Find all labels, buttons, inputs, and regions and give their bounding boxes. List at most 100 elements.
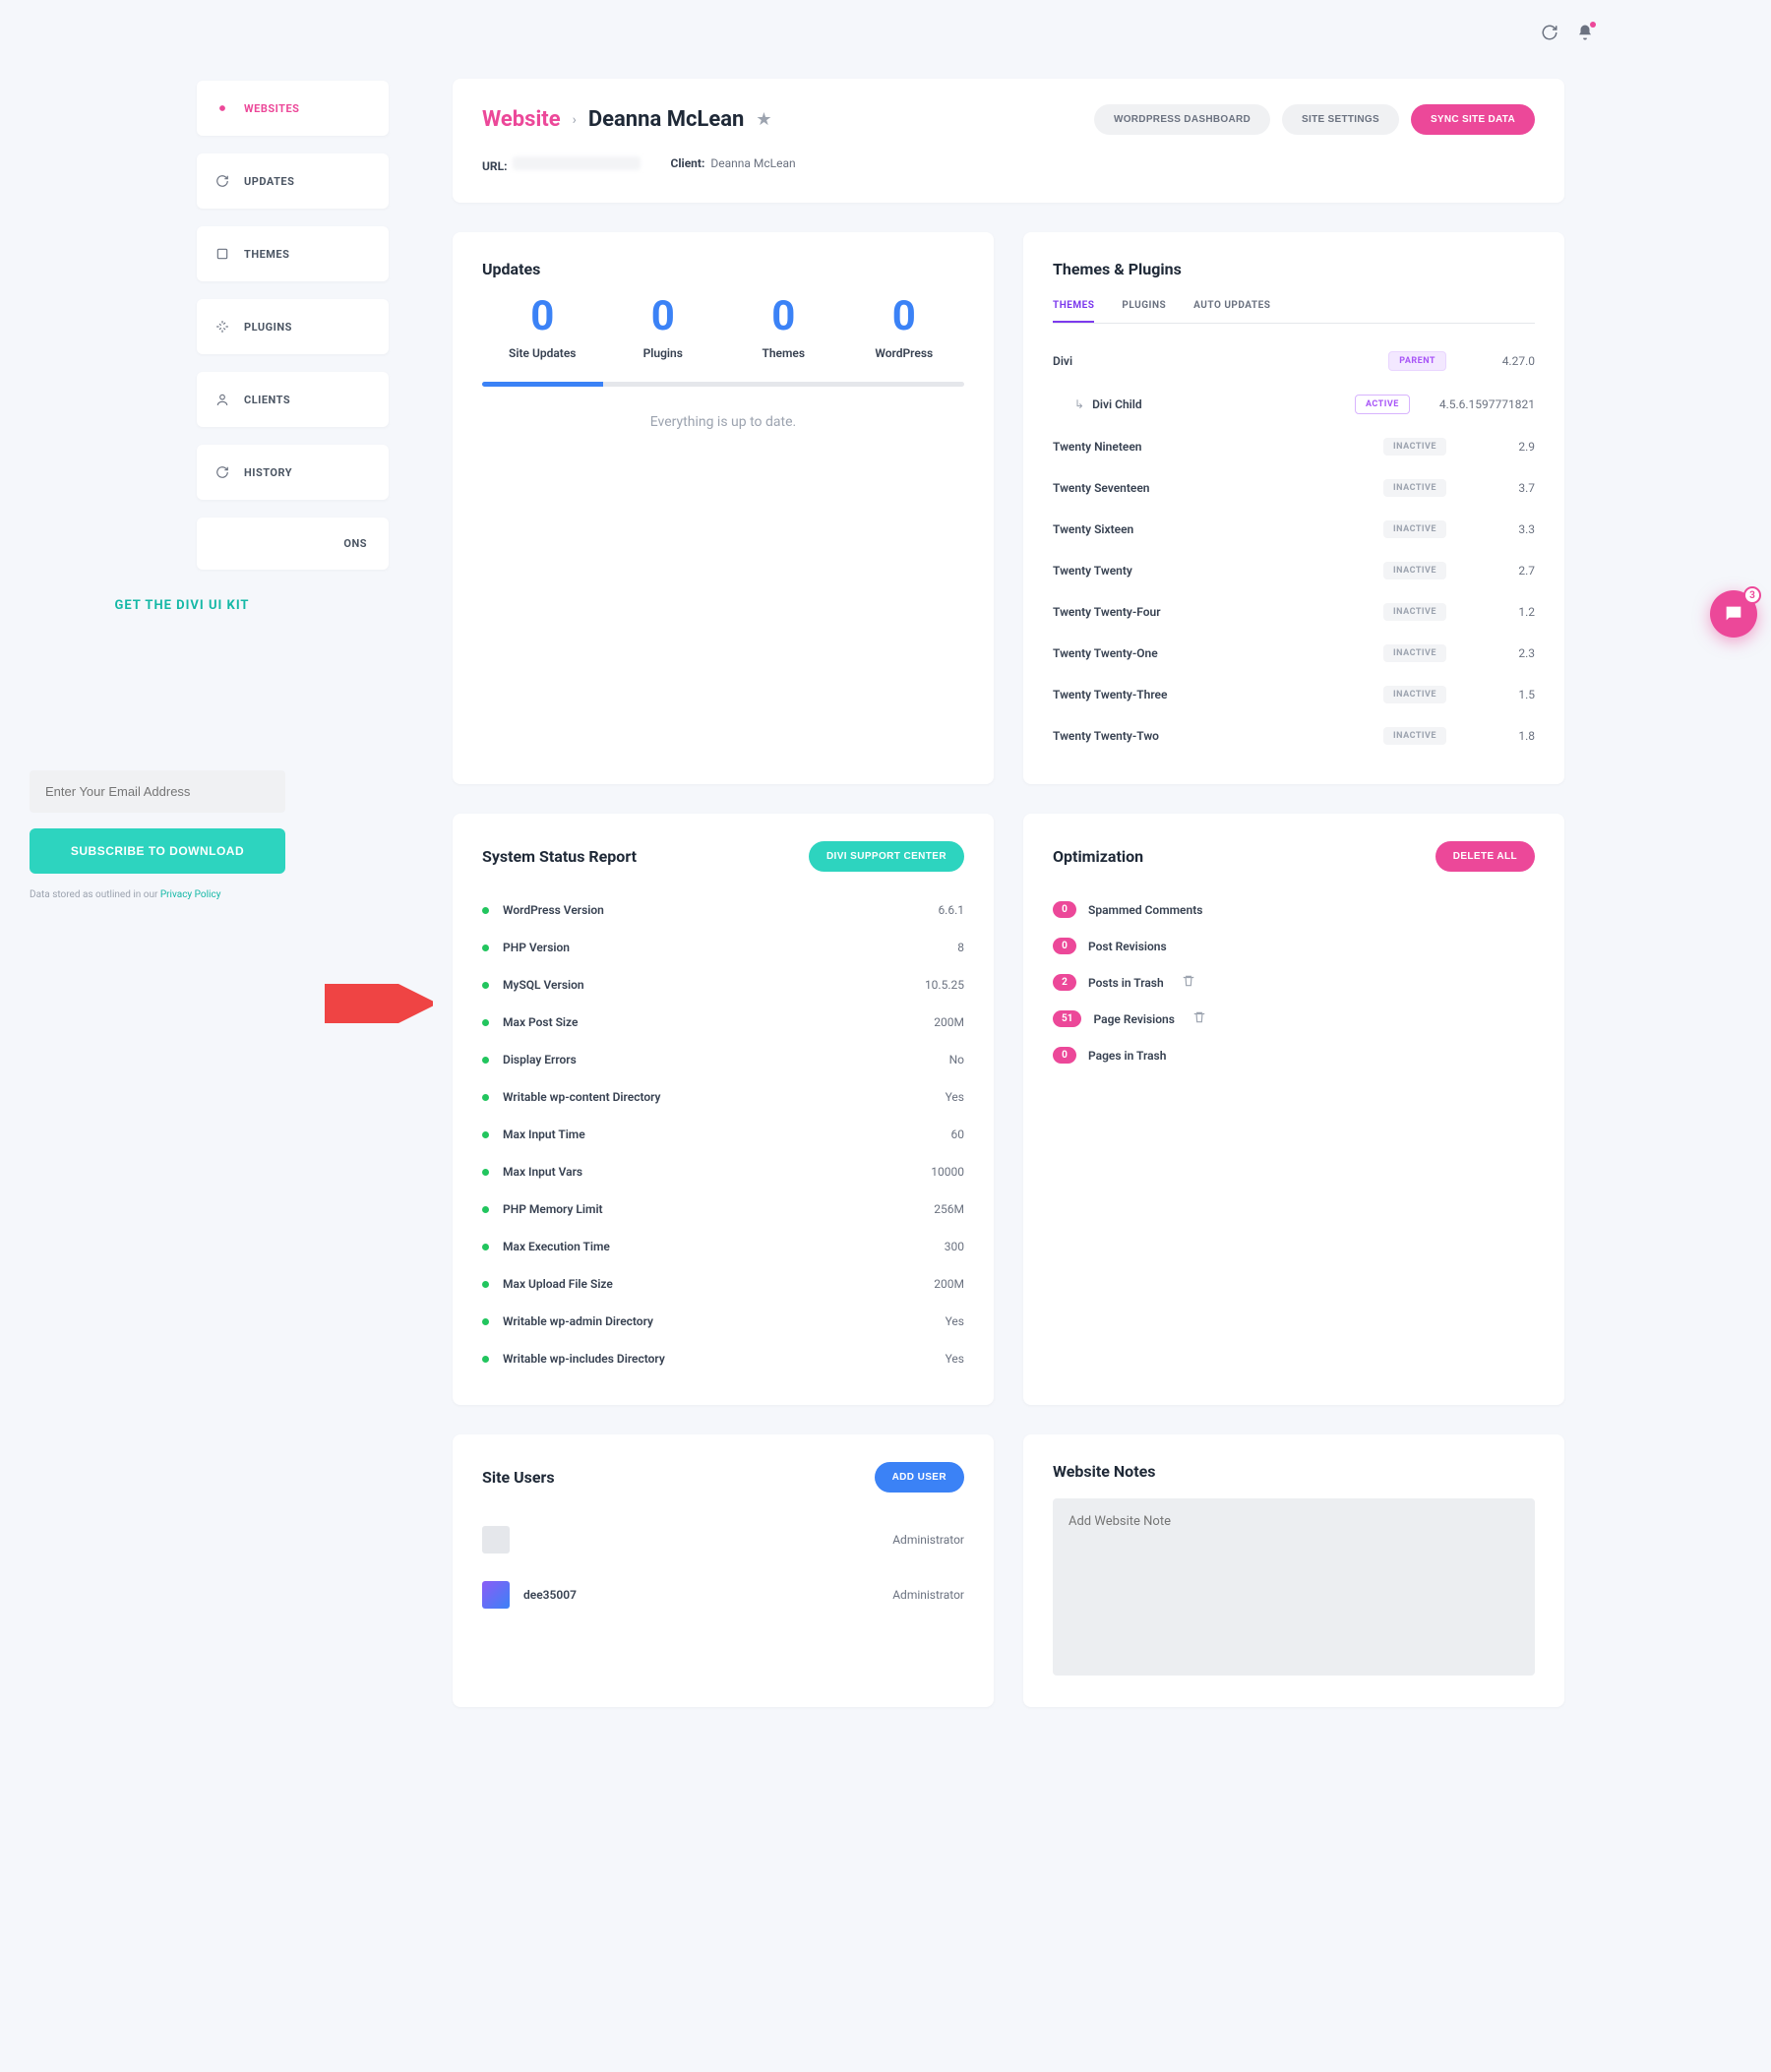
theme-name: Divi <box>1053 354 1388 368</box>
update-count: 0 <box>482 292 603 340</box>
status-value: 256M <box>934 1202 964 1216</box>
update-label: Themes <box>723 346 844 360</box>
sidebar-item-websites[interactable]: WEBSITES <box>197 81 389 136</box>
trash-icon[interactable] <box>1182 974 1195 991</box>
website-notes-title: Website Notes <box>1053 1462 1535 1481</box>
user-row[interactable]: Administrator <box>482 1512 964 1567</box>
theme-row[interactable]: ↳Divi ChildACTIVE4.5.6.1597771821 <box>1053 383 1535 426</box>
chat-widget[interactable]: 3 <box>1710 590 1757 638</box>
theme-row[interactable]: Twenty SeventeenINACTIVE3.7 <box>1053 467 1535 509</box>
status-dot-icon <box>482 1057 489 1064</box>
status-dot-icon <box>482 1094 489 1101</box>
promo-title: GET THE DIVI UI KIT <box>30 598 335 613</box>
bell-icon[interactable] <box>1576 24 1594 41</box>
themes-plugins-title: Themes & Plugins <box>1053 260 1535 278</box>
website-notes-card: Website Notes <box>1023 1434 1564 1707</box>
trash-icon[interactable] <box>1192 1010 1206 1027</box>
theme-name: Twenty Sixteen <box>1053 522 1383 536</box>
avatar <box>482 1581 510 1609</box>
breadcrumb: Website › Deanna McLean ★ WORDPRESS DASH… <box>482 104 1535 135</box>
themes-plugins-tabs: THEMES PLUGINS AUTO UPDATES <box>1053 290 1535 324</box>
theme-row[interactable]: Twenty SixteenINACTIVE3.3 <box>1053 509 1535 550</box>
theme-version: 2.7 <box>1476 564 1535 578</box>
status-dot-icon <box>482 1131 489 1138</box>
wordpress-dashboard-button[interactable]: WORDPRESS DASHBOARD <box>1094 104 1270 135</box>
user-row[interactable]: dee35007Administrator <box>482 1567 964 1622</box>
divi-support-center-button[interactable]: DIVI SUPPORT CENTER <box>809 841 964 872</box>
theme-version: 1.2 <box>1476 605 1535 619</box>
url-value <box>513 156 641 170</box>
site-settings-button[interactable]: SITE SETTINGS <box>1282 104 1399 135</box>
chat-badge: 3 <box>1743 586 1761 604</box>
delete-all-button[interactable]: DELETE ALL <box>1435 841 1535 872</box>
theme-version: 4.27.0 <box>1476 354 1535 368</box>
sidebar-item-plugins[interactable]: PLUGINS <box>197 299 389 354</box>
sidebar-item-themes[interactable]: THEMES <box>197 226 389 281</box>
sidebar-item-label: CLIENTS <box>244 394 290 406</box>
user-name: dee35007 <box>523 1588 879 1602</box>
count-badge: 0 <box>1053 901 1076 918</box>
subscribe-button[interactable]: SUBSCRIBE TO DOWNLOAD <box>30 828 285 874</box>
optimization-name: Posts in Trash <box>1088 976 1164 990</box>
theme-name: Twenty Twenty-One <box>1053 646 1383 660</box>
status-dot-icon <box>482 1019 489 1026</box>
optimization-title: Optimization <box>1053 847 1143 866</box>
tab-plugins[interactable]: PLUGINS <box>1122 290 1166 323</box>
sidebar-item-updates[interactable]: UPDATES <box>197 153 389 209</box>
sync-site-data-button[interactable]: SYNC SITE DATA <box>1411 104 1535 135</box>
status-row: Max Execution Time300 <box>482 1228 964 1265</box>
status-name: PHP Version <box>503 941 957 954</box>
status-dot-icon <box>482 1206 489 1213</box>
theme-row[interactable]: Twenty NineteenINACTIVE2.9 <box>1053 426 1535 467</box>
theme-status-badge: INACTIVE <box>1383 438 1446 456</box>
updates-progress <box>482 382 964 387</box>
theme-row[interactable]: Twenty Twenty-ThreeINACTIVE1.5 <box>1053 674 1535 715</box>
star-icon[interactable]: ★ <box>756 109 771 130</box>
theme-version: 2.3 <box>1476 646 1535 660</box>
status-name: Writable wp-includes Directory <box>503 1352 946 1366</box>
theme-version: 4.5.6.1597771821 <box>1439 397 1535 411</box>
refresh-icon[interactable] <box>1541 24 1558 41</box>
status-name: WordPress Version <box>503 903 938 917</box>
update-count: 0 <box>844 292 965 340</box>
sidebar-icon <box>214 392 230 407</box>
status-value: No <box>949 1053 964 1066</box>
status-name: Max Input Time <box>503 1127 951 1141</box>
theme-row[interactable]: Twenty Twenty-TwoINACTIVE1.8 <box>1053 715 1535 757</box>
status-dot-icon <box>482 1356 489 1363</box>
optimization-row: 0Pages in Trash <box>1053 1037 1535 1073</box>
status-row: Max Input Vars10000 <box>482 1153 964 1190</box>
theme-status-badge: INACTIVE <box>1383 727 1446 745</box>
theme-row[interactable]: DiviPARENT4.27.0 <box>1053 339 1535 383</box>
theme-name: Divi Child <box>1092 397 1355 411</box>
tab-auto-updates[interactable]: AUTO UPDATES <box>1193 290 1270 323</box>
status-row: PHP Memory Limit256M <box>482 1190 964 1228</box>
status-name: MySQL Version <box>503 978 925 992</box>
theme-status-badge: INACTIVE <box>1383 520 1446 538</box>
status-value: 10.5.25 <box>925 978 964 992</box>
privacy-policy-link[interactable]: Privacy Policy <box>160 889 221 900</box>
policy-text: Data stored as outlined in our Privacy P… <box>30 889 335 900</box>
status-row: WordPress Version6.6.1 <box>482 891 964 929</box>
sidebar-item-history[interactable]: HISTORY <box>197 445 389 500</box>
status-value: 10000 <box>931 1165 964 1179</box>
theme-row[interactable]: Twenty TwentyINACTIVE2.7 <box>1053 550 1535 591</box>
status-value: Yes <box>946 1314 964 1328</box>
sidebar-item-partial[interactable]: ONS <box>197 518 389 570</box>
theme-row[interactable]: Twenty Twenty-OneINACTIVE2.3 <box>1053 633 1535 674</box>
email-input[interactable] <box>30 770 285 813</box>
update-label: WordPress <box>844 346 965 360</box>
optimization-row: 2Posts in Trash <box>1053 964 1535 1001</box>
theme-row[interactable]: Twenty Twenty-FourINACTIVE1.2 <box>1053 591 1535 633</box>
status-dot-icon <box>482 1281 489 1288</box>
optimization-name: Post Revisions <box>1088 940 1167 953</box>
breadcrumb-root[interactable]: Website <box>482 107 561 132</box>
status-dot-icon <box>482 1244 489 1250</box>
sidebar-item-clients[interactable]: CLIENTS <box>197 372 389 427</box>
theme-name: Twenty Nineteen <box>1053 440 1383 454</box>
website-note-input[interactable] <box>1053 1498 1535 1676</box>
theme-version: 1.5 <box>1476 688 1535 701</box>
update-label: Plugins <box>603 346 724 360</box>
add-user-button[interactable]: ADD USER <box>875 1462 964 1493</box>
tab-themes[interactable]: THEMES <box>1053 290 1094 323</box>
